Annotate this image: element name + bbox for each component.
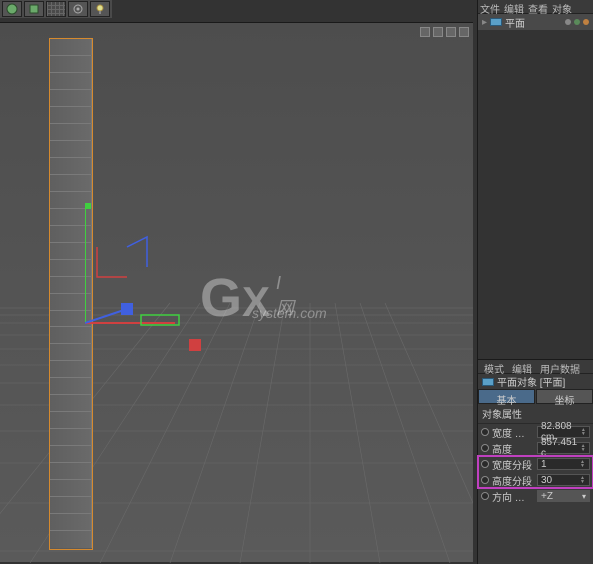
attr-row-hseg: 高度分段 30▲▼	[478, 472, 593, 488]
attr-menu-edit[interactable]: 编辑	[512, 361, 532, 372]
tab-basic[interactable]: 基本	[478, 389, 535, 404]
tree-toggle-icon[interactable]: ▸	[482, 17, 487, 28]
attributes-menu: 模式 编辑 用户数据	[478, 360, 593, 374]
vis-dot-2[interactable]	[574, 19, 580, 25]
hierarchy-empty	[478, 30, 593, 360]
chevron-down-icon: ▾	[582, 492, 586, 501]
plane-primitive[interactable]	[49, 38, 93, 550]
attr-label-wseg: 宽度分段	[492, 457, 534, 472]
attr-label-hseg: 高度分段	[492, 473, 534, 488]
hierarchy-item-plane[interactable]: ▸ 平面	[478, 14, 593, 30]
grid-tool[interactable]	[46, 1, 66, 17]
attr-row-height: 高度 857.451 c▲▼	[478, 440, 593, 456]
cube-tool[interactable]	[24, 1, 44, 17]
attr-label-height: 高度	[492, 441, 534, 456]
radio-icon[interactable]	[481, 444, 489, 452]
gear-tool[interactable]	[68, 1, 88, 17]
tab-coord[interactable]: 坐标	[536, 389, 593, 404]
plane-icon	[482, 378, 494, 386]
attr-field-wseg[interactable]: 1▲▼	[537, 458, 590, 470]
attr-field-dir[interactable]: +Z▾	[537, 490, 590, 502]
hierarchy-item-label: 平面	[505, 15, 525, 30]
menu-file[interactable]: 文件	[480, 1, 500, 12]
light-tool[interactable]	[90, 1, 110, 17]
menu-obj[interactable]: 对象	[552, 1, 572, 12]
radio-icon[interactable]	[481, 428, 489, 436]
plane-icon	[490, 18, 502, 26]
hierarchy-menu: 文件 编辑 查看 对象	[478, 0, 593, 14]
radio-icon[interactable]	[481, 476, 489, 484]
radio-icon[interactable]	[481, 460, 489, 468]
attr-row-dir: 方向 … +Z▾	[478, 488, 593, 504]
vis-dot-1[interactable]	[565, 19, 571, 25]
viewport[interactable]: G X I 网 system.com	[0, 22, 473, 562]
attr-label-width: 宽度 …	[492, 425, 534, 440]
right-panel: 文件 编辑 查看 对象 ▸ 平面 模式 编辑 用户数据 平面对象 [平面] 基本…	[477, 0, 593, 564]
radio-icon[interactable]	[481, 492, 489, 500]
attr-field-height[interactable]: 857.451 c▲▼	[537, 442, 590, 454]
attributes-title-row: 平面对象 [平面]	[478, 374, 593, 389]
attr-menu-mode[interactable]: 模式	[484, 361, 504, 372]
menu-view[interactable]: 查看	[528, 1, 548, 12]
attr-label-dir: 方向 …	[492, 489, 534, 504]
attr-field-hseg[interactable]: 30▲▼	[537, 474, 590, 486]
menu-edit[interactable]: 编辑	[504, 1, 524, 12]
attributes-title: 平面对象 [平面]	[497, 374, 565, 389]
attr-row-wseg: 宽度分段 1▲▼	[478, 456, 593, 472]
sphere-tool[interactable]	[2, 1, 22, 17]
vis-dot-3[interactable]	[583, 19, 589, 25]
attr-menu-user[interactable]: 用户数据	[540, 361, 580, 372]
